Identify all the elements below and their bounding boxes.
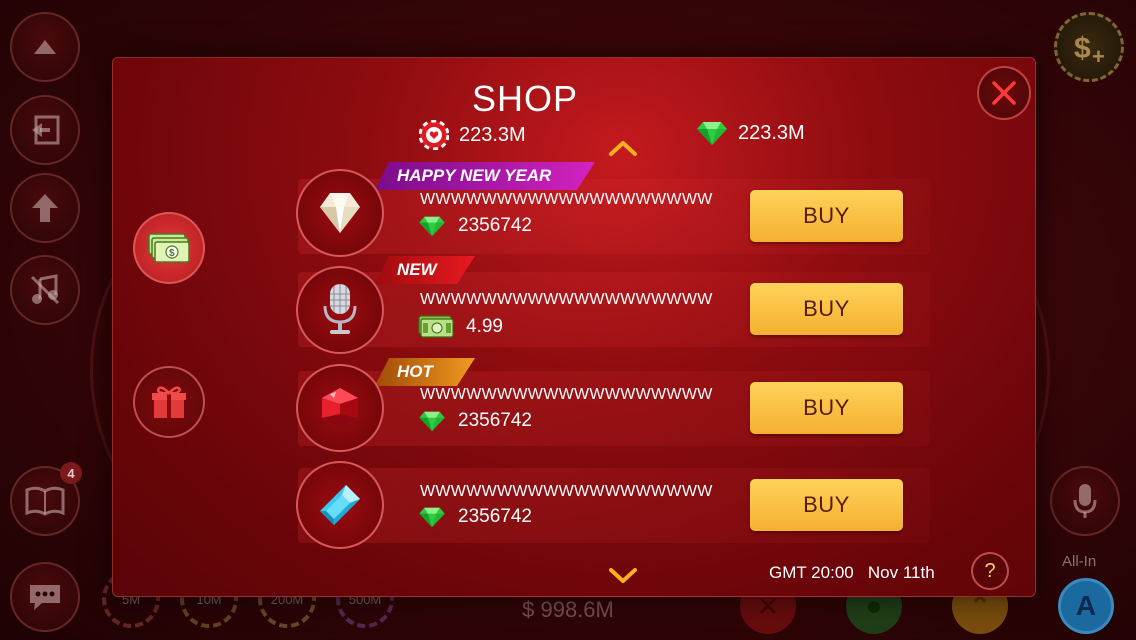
help-button[interactable]: ? xyxy=(971,552,1009,590)
music-off-icon xyxy=(30,274,60,305)
diamond-icon xyxy=(320,193,360,233)
chip-balance-value: 223.3M xyxy=(459,123,526,146)
svg-text:$: $ xyxy=(169,248,175,259)
gem-balance: 223.3M xyxy=(696,120,805,146)
category-gift-button[interactable] xyxy=(133,366,205,438)
item-price-value: 4.99 xyxy=(466,316,503,337)
item-icon-frame xyxy=(296,169,384,257)
allin-label: All-In xyxy=(1062,553,1097,570)
shop-dialog: SHOP 223.3M 223.3M $ HAPPY NEW YEAR NEW … xyxy=(112,57,1036,597)
microphone-icon xyxy=(323,284,357,334)
server-time: GMT 20:00 Nov 11th xyxy=(769,563,935,583)
item-name: WWWWWWWWWWWWWWWWWWW xyxy=(420,191,713,208)
game-log-button[interactable]: 4 xyxy=(10,462,82,536)
chip-balance: 223.3M xyxy=(419,120,526,150)
microphone-icon xyxy=(1073,484,1097,518)
gem-icon xyxy=(697,122,727,145)
item-price: 4.99 xyxy=(418,315,503,339)
item-price: 2356742 xyxy=(418,215,532,237)
money-stack-icon: $ xyxy=(148,233,190,263)
item-price: 2356742 xyxy=(418,506,532,528)
buy-button-label: BUY xyxy=(803,395,850,420)
book-icon xyxy=(25,486,65,516)
item-price: 2356742 xyxy=(418,410,532,432)
item-name: WWWWWWWWWWWWWWWWWWW xyxy=(420,291,713,308)
dollar-plus-icon: $ + xyxy=(1074,32,1105,69)
gem-icon xyxy=(419,507,445,528)
buy-button[interactable]: BUY xyxy=(750,382,903,434)
buy-button-label: BUY xyxy=(803,203,850,228)
gift-icon xyxy=(152,386,186,418)
music-toggle-button[interactable] xyxy=(10,255,80,325)
buy-button[interactable]: BUY xyxy=(750,479,903,531)
gem-icon xyxy=(419,411,445,432)
cash-icon xyxy=(418,315,454,338)
item-price-value: 2356742 xyxy=(458,410,532,431)
arrow-up-icon xyxy=(32,194,58,222)
close-icon xyxy=(992,81,1016,105)
item-icon-frame xyxy=(296,364,384,452)
buy-chips-button[interactable]: $ + xyxy=(1054,12,1124,82)
buy-button[interactable]: BUY xyxy=(750,283,903,335)
scroll-up-icon[interactable] xyxy=(608,138,638,158)
notification-badge: 4 xyxy=(60,462,82,484)
shop-title: SHOP xyxy=(471,78,579,119)
scroll-down-icon[interactable] xyxy=(608,566,638,586)
server-time-value: GMT 20:00 xyxy=(769,563,854,582)
ribbon-happy-new-year: HAPPY NEW YEAR xyxy=(375,162,595,190)
sapphire-icon xyxy=(320,485,360,525)
close-button[interactable] xyxy=(977,66,1031,120)
server-date-value: Nov 11th xyxy=(867,563,935,582)
item-name: WWWWWWWWWWWWWWWWWWW xyxy=(420,386,713,403)
item-name: WWWWWWWWWWWWWWWWWWW xyxy=(420,483,713,500)
ruby-icon xyxy=(322,388,358,428)
gem-balance-value: 223.3M xyxy=(738,121,805,144)
gem-icon xyxy=(419,216,445,237)
svg-text:$: $ xyxy=(1074,32,1091,65)
buy-button-label: BUY xyxy=(803,492,850,517)
collapse-menu-button[interactable] xyxy=(10,12,80,82)
item-price-value: 2356742 xyxy=(458,215,532,236)
svg-text:+: + xyxy=(1092,44,1105,69)
voice-chat-button[interactable] xyxy=(1050,466,1120,536)
table-pot-amount: $ 998.6M xyxy=(522,597,614,622)
stand-up-button[interactable] xyxy=(10,173,80,243)
buy-button[interactable]: BUY xyxy=(750,190,903,242)
triangle-up-icon xyxy=(34,40,56,54)
buy-button-label: BUY xyxy=(803,296,850,321)
item-icon-frame xyxy=(296,461,384,549)
category-money-button[interactable]: $ xyxy=(133,212,205,284)
item-price-value: 2356742 xyxy=(458,506,532,527)
item-icon-frame xyxy=(296,266,384,354)
poker-chip-icon xyxy=(419,120,449,150)
question-mark-icon: ? xyxy=(984,559,996,582)
